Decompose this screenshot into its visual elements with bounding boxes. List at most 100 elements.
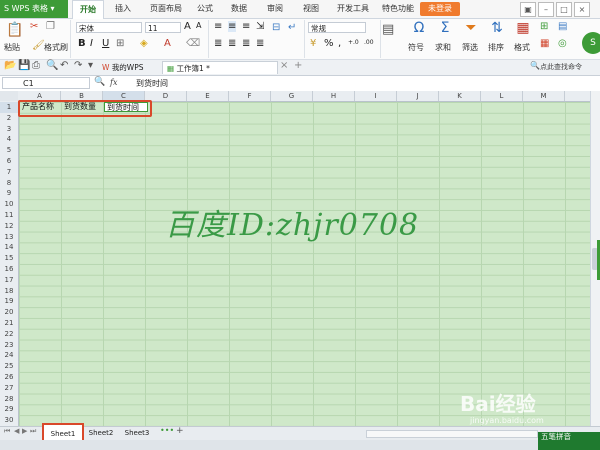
new-tab-icon[interactable]: + (294, 60, 302, 71)
more-sheets-icon[interactable]: ••• (160, 426, 174, 435)
format-icon[interactable]: ▦ (514, 20, 532, 36)
tab-developer[interactable]: 开发工具 (334, 0, 372, 18)
row-header[interactable]: 30 (0, 415, 18, 426)
row-header[interactable]: 2 (0, 113, 18, 124)
app-menu-button[interactable]: S WPS 表格 ▾ (0, 0, 68, 18)
minimize-icon[interactable]: – (538, 2, 554, 17)
wps-cloud-icon[interactable]: S (582, 32, 600, 54)
sheet-tab-sheet3[interactable]: Sheet3 (122, 427, 152, 440)
row-header[interactable]: 22 (0, 329, 18, 340)
worksheet-icon[interactable]: ▤ (558, 21, 567, 32)
close-tab-icon[interactable]: × (280, 60, 288, 71)
horizontal-scrollbar[interactable] (366, 430, 538, 438)
decrease-decimal-button[interactable]: .00 (364, 39, 374, 46)
row-header[interactable]: 8 (0, 178, 18, 189)
sheet-tab-sheet2[interactable]: Sheet2 (86, 427, 116, 440)
tab-formulas[interactable]: 公式 (192, 0, 218, 18)
command-search-input[interactable]: 点此查找命令 (540, 62, 582, 72)
row-header[interactable]: 7 (0, 167, 18, 178)
row-header[interactable]: 17 (0, 275, 18, 286)
sort-button[interactable]: 排序 (488, 42, 504, 54)
clear-format-icon[interactable]: ⌫ (186, 38, 200, 49)
print-preview-icon[interactable]: 🔍 (46, 60, 58, 71)
search-icon[interactable]: 🔍 (530, 61, 540, 70)
tab-home[interactable]: 开始 (72, 0, 104, 19)
row-header[interactable]: 20 (0, 307, 18, 318)
font-size-select[interactable]: 11 (145, 22, 181, 33)
currency-icon[interactable]: ¥ (310, 38, 316, 49)
row-header[interactable]: 6 (0, 156, 18, 167)
tab-view[interactable]: 视图 (298, 0, 324, 18)
column-header[interactable]: F (229, 91, 271, 101)
tab-review[interactable]: 审阅 (262, 0, 288, 18)
row-header[interactable]: 11 (0, 210, 18, 221)
border-icon[interactable]: ⊞ (116, 38, 124, 49)
row-header[interactable]: 10 (0, 199, 18, 210)
row-header[interactable]: 3 (0, 124, 18, 135)
redo-icon[interactable]: ↷ (74, 60, 82, 71)
fill-color-icon[interactable]: ◈ (140, 38, 148, 49)
italic-button[interactable]: I (90, 38, 93, 49)
justify-icon[interactable]: ≣ (256, 38, 264, 49)
skin-icon[interactable]: ▣ (520, 2, 536, 17)
print-icon[interactable]: ⎙ (32, 60, 40, 71)
format-button[interactable]: 格式 (514, 42, 530, 54)
tab-special[interactable]: 特色功能 (378, 0, 418, 18)
conditional-format-icon[interactable]: ▤ (382, 22, 394, 37)
decrease-font-icon[interactable]: A (196, 21, 201, 30)
row-header[interactable]: 19 (0, 296, 18, 307)
row-header[interactable]: 25 (0, 361, 18, 372)
orientation-icon[interactable]: ⇲ (256, 21, 264, 32)
percent-button[interactable]: % (324, 38, 334, 49)
row-header[interactable]: 24 (0, 350, 18, 361)
column-header[interactable]: L (481, 91, 523, 101)
freeze-icon[interactable]: ▦ (540, 38, 549, 49)
rows-columns-icon[interactable]: ⊞ (540, 21, 548, 32)
column-header[interactable]: M (523, 91, 565, 101)
quick-access-chevron-icon[interactable]: ▾ (88, 60, 93, 71)
align-center-icon[interactable]: ≣ (228, 38, 236, 49)
doc-tab-workbook1[interactable]: ▦ 工作簿1 * (162, 61, 278, 74)
ime-indicator[interactable]: 五笔拼音 (538, 432, 600, 450)
formula-input[interactable]: 到货时间 (136, 78, 168, 89)
row-header[interactable]: 18 (0, 286, 18, 297)
font-color-icon[interactable]: A (164, 38, 171, 49)
row-header[interactable]: 23 (0, 340, 18, 351)
row-header[interactable]: 5 (0, 145, 18, 156)
wrap-text-icon[interactable]: ↵ (288, 22, 296, 33)
close-icon[interactable]: × (574, 2, 590, 17)
open-icon[interactable]: 📂 (4, 60, 16, 71)
merge-cells-icon[interactable]: ⊟ (272, 22, 280, 33)
next-sheet-icon[interactable]: ▶ (22, 427, 27, 435)
login-button[interactable]: 未登录 (420, 2, 460, 16)
last-sheet-icon[interactable]: ⏭ (30, 427, 36, 436)
doc-tab-my-wps[interactable]: W 我的WPS (98, 61, 148, 74)
name-box[interactable]: C1 (2, 77, 90, 89)
add-sheet-icon[interactable]: + (176, 426, 184, 436)
paste-button[interactable]: 粘贴 (4, 42, 20, 54)
row-header[interactable]: 28 (0, 394, 18, 405)
maximize-icon[interactable]: □ (556, 2, 572, 17)
zoom-icon[interactable]: 🔍 (94, 77, 105, 87)
underline-button[interactable]: U (102, 38, 109, 49)
tab-page-layout[interactable]: 页面布局 (144, 0, 188, 18)
row-header[interactable]: 9 (0, 188, 18, 199)
column-header[interactable]: E (187, 91, 229, 101)
row-header[interactable]: 13 (0, 232, 18, 243)
row-header[interactable]: 29 (0, 404, 18, 415)
symbol-icon[interactable]: Ω (410, 20, 428, 36)
prev-sheet-icon[interactable]: ◀ (14, 427, 19, 435)
find-icon[interactable]: ◎ (558, 38, 567, 49)
row-header[interactable]: 1 (0, 102, 18, 113)
undo-icon[interactable]: ↶ (60, 60, 68, 71)
align-left-icon[interactable]: ≣ (214, 38, 222, 49)
symbol-button[interactable]: 符号 (408, 42, 424, 54)
sum-button[interactable]: 求和 (435, 42, 451, 54)
row-header[interactable]: 12 (0, 221, 18, 232)
cell-grid[interactable] (19, 102, 590, 426)
align-bottom-icon[interactable]: ≡ (242, 21, 250, 32)
cut-icon[interactable]: ✂ (30, 21, 38, 32)
column-header[interactable]: G (271, 91, 313, 101)
align-middle-icon[interactable]: ≡ (228, 21, 237, 32)
row-header[interactable]: 4 (0, 134, 18, 145)
